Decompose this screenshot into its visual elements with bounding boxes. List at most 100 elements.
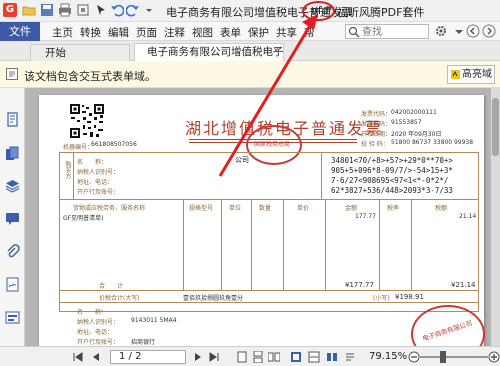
invoice-code: 042002000111 [391,109,437,116]
seal-text: 电子商务有限公司 [421,319,474,343]
open-folder-icon[interactable] [22,3,36,17]
cipher-line: 34801<70/+8>+57>+29*0**70+> [331,156,453,165]
save-icon[interactable] [40,3,54,17]
print-icon[interactable] [58,3,72,17]
layers-icon[interactable] [5,178,20,193]
facing-view-icon[interactable] [268,351,280,363]
menu-help[interactable]: 帮 [304,25,315,40]
menu-file[interactable]: 文件 [0,22,40,41]
zoom-in-icon[interactable] [488,351,500,363]
document-viewer[interactable]: 机器编号： 661808507056 湖北增值税电子普通发票 国家税务总局 发票… [25,88,500,346]
seller-taxid-label: 纳税人识别号： [77,319,120,326]
cipher-line: 905+5+096*8-09/7/>-54>15+3* [331,166,453,175]
col-divider [221,199,222,290]
continuous-view-icon[interactable] [252,351,264,363]
col-divider [283,199,284,290]
tab-close-icon[interactable]: × [272,45,280,56]
menu-home[interactable]: 主页 [52,25,73,40]
zoom-out-icon[interactable] [408,351,420,363]
search-box[interactable] [345,24,429,39]
unit-header: 单位 [229,205,242,212]
next-page-icon[interactable] [192,351,204,363]
first-page-icon[interactable] [72,351,84,363]
previous-result-icon[interactable] [466,24,480,38]
menu-comment[interactable]: 注释 [164,25,185,40]
col-divider [411,199,412,290]
gear-dropdown-icon[interactable] [452,24,466,38]
menu-view[interactable]: 视图 [192,25,213,40]
comments-icon[interactable] [5,211,20,226]
app-brand: 福昕风腾PDF套件 [337,6,425,19]
col-divider [183,199,184,290]
zoom-slider[interactable] [420,356,488,358]
check-code: 51800 86737 33800 99938 [391,139,474,146]
signature-icon[interactable] [5,277,20,292]
menu-share[interactable]: 共享 [276,25,297,40]
tab-start[interactable]: 开始 [30,44,130,61]
seller-name-label: 名 称： [77,309,108,316]
status-bar: 1 / 2 79.15% [0,346,500,366]
customize-dropdown-icon[interactable] [142,3,156,17]
tab-bar: 开始 电子商务有限公司增值税电子... × [0,41,500,62]
total-label: 价税合计(大写) [99,295,140,302]
seal-text: 国家税务总局 [254,141,291,148]
form-fields-icon[interactable] [5,310,20,325]
scrollbar-thumb[interactable] [492,98,499,156]
dual-page-icon[interactable] [326,351,338,363]
col-divider [73,152,74,199]
fit-width-icon[interactable] [308,351,320,363]
invoice-number-label: 发票号码： [361,121,392,128]
buyer-address-label: 地址、电话： [77,179,114,186]
cipher-area: 34801<70/+8>+57>+29*0**70+> 905+5+096*8-… [331,156,453,196]
last-page-icon[interactable] [208,351,220,363]
highlight-fields-button[interactable]: 高亮域 [447,65,495,84]
left-sidebar [0,88,25,346]
highlight-icon [451,70,460,79]
app-logo-icon[interactable]: G [3,3,17,17]
title-bar: G 电子商务有限公司增值税电子普通发票 ofd ▾ 福昕风腾PDF套件 [0,0,500,22]
subtotal-tax: ¥21.14 [451,281,476,289]
menu-page[interactable]: 页面 [136,25,157,40]
tab-document[interactable]: 电子商务有限公司增值税电子... [134,43,284,62]
menu-convert[interactable]: 转换 [80,25,101,40]
machine-number-label: 机器编号： [63,144,94,151]
buyer-name: 公司 [235,156,249,164]
previous-page-icon[interactable] [90,351,102,363]
reflow-icon[interactable] [344,351,356,363]
seller-bank-label: 开户行及账号： [77,339,120,346]
menu-edit[interactable]: 编辑 [108,25,129,40]
search-input[interactable] [362,26,428,38]
subtotal-label: 合 计 [99,283,124,290]
invoice-date: 2020 年09月30日 [391,131,442,138]
menu-form[interactable]: 表单 [220,25,241,40]
col-divider [379,199,380,290]
select-tool-icon[interactable] [94,3,108,17]
fit-page-icon[interactable] [290,351,302,363]
row-divider [59,302,479,303]
attachment-icon[interactable] [5,244,20,259]
page-number-input[interactable]: 1 / 2 [110,350,186,364]
vertical-scrollbar[interactable] [491,88,500,346]
col-divider [321,152,322,199]
spec-header: 规格型号 [189,205,214,212]
price-header: 单价 [297,205,310,212]
next-result-icon[interactable] [482,24,496,38]
tax-rate-header: 税率 [387,205,400,212]
buyer-name-label: 名 称： [77,159,108,166]
redo-icon[interactable] [126,3,140,17]
buyer-side-label: 购买方 [64,161,71,179]
subtotal-amount: ¥177.77 [345,281,374,289]
machine-number: 661808507056 [91,141,137,148]
notice-text: 该文档包含交互式表单域。 [24,70,156,83]
total-small: ¥198.91 [395,293,424,301]
settings-gear-icon[interactable] [434,24,448,38]
page-thumbnail-icon[interactable] [5,112,20,127]
page-number: 1 / 2 [119,351,142,362]
form-info-icon [6,68,18,80]
undo-icon[interactable] [110,3,124,17]
single-page-view-icon[interactable] [236,351,248,363]
zoom-slider-thumb[interactable] [440,351,446,363]
pages-icon[interactable] [5,146,20,161]
menu-protect[interactable]: 保护 [248,25,269,40]
hand-tool-icon[interactable] [76,3,90,17]
